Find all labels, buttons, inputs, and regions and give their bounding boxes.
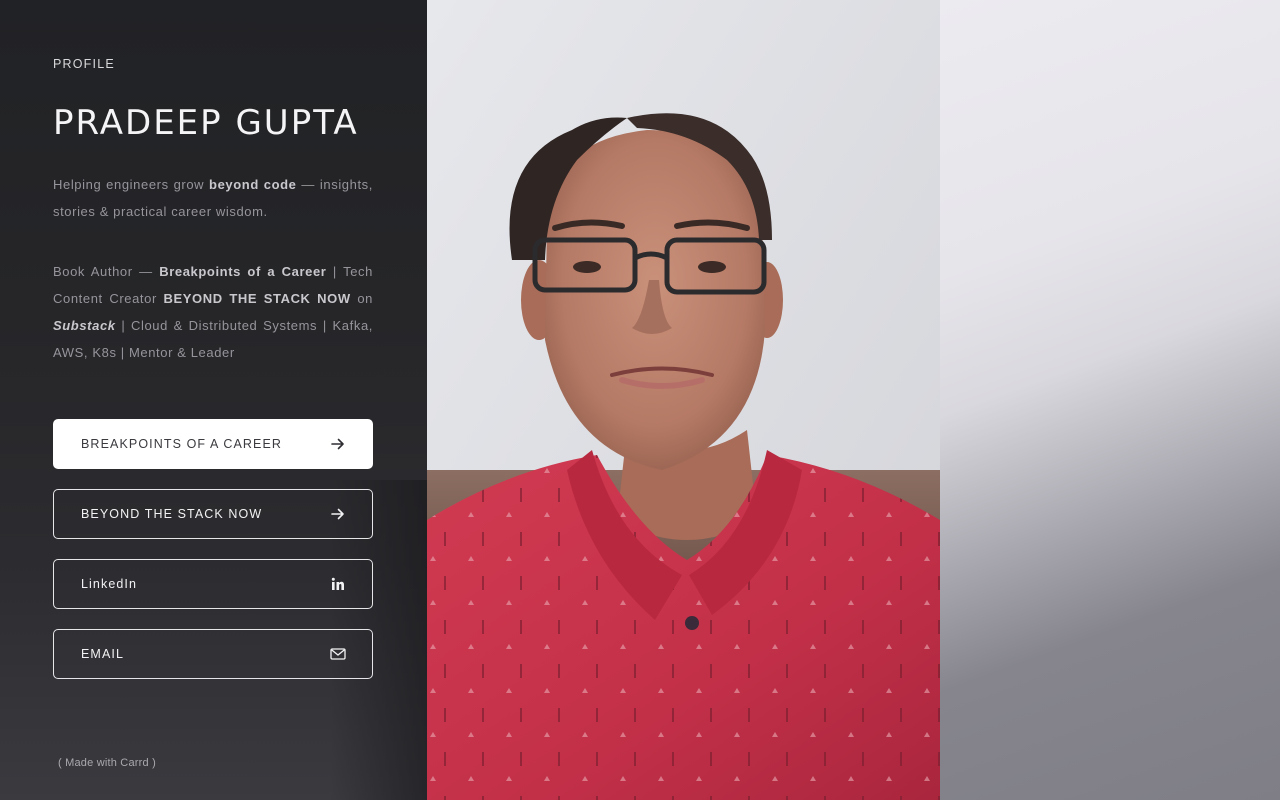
button-label: BEYOND THE STACK NOW [81, 507, 263, 521]
linkedin-button[interactable]: LinkedIn [53, 559, 373, 609]
mail-icon [330, 646, 346, 662]
bio-book-title: Breakpoints of a Career [159, 264, 327, 279]
button-label: BREAKPOINTS OF A CAREER [81, 437, 283, 451]
made-with-carrd-link[interactable]: ( Made with Carrd ) [58, 757, 156, 769]
tagline-text: Helping engineers grow [53, 177, 210, 192]
linkedin-icon [330, 576, 346, 592]
profile-tagline: Helping engineers grow beyond code — ins… [53, 171, 373, 225]
email-button[interactable]: EMAIL [53, 629, 373, 679]
bio-text-3: on [350, 291, 373, 306]
profile-name: PRADEEP GUPTA [53, 103, 359, 143]
tagline-emphasis: beyond code [209, 177, 297, 192]
beyond-the-stack-now-button[interactable]: BEYOND THE STACK NOW [53, 489, 373, 539]
bio-text-1: Book Author — [53, 264, 160, 279]
button-label: LinkedIn [81, 577, 138, 591]
bio-newsletter-name: BEYOND THE STACK NOW [163, 291, 351, 306]
profile-photo [427, 0, 940, 800]
profile-bio: Book Author — Breakpoints of a Career | … [53, 258, 373, 366]
background-gradient-right [940, 0, 1280, 800]
breakpoints-of-a-career-button[interactable]: BREAKPOINTS OF A CAREER [53, 419, 373, 469]
button-label: EMAIL [81, 647, 125, 661]
section-eyebrow: PROFILE [53, 57, 115, 71]
arrow-right-icon [330, 436, 346, 452]
arrow-right-icon [330, 506, 346, 522]
bio-platform-name: Substack [53, 318, 116, 333]
portrait-illustration [427, 0, 940, 800]
